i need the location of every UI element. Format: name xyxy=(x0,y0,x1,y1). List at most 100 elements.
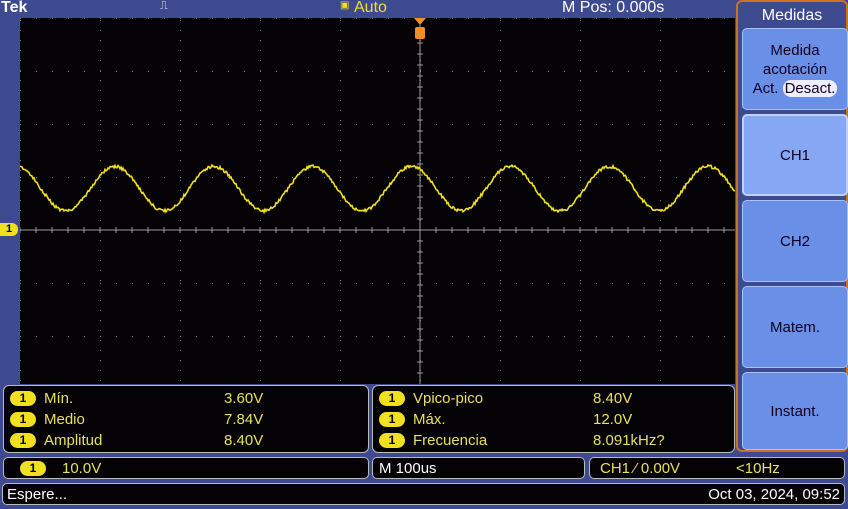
grid-dot xyxy=(212,283,213,284)
grid-dot xyxy=(244,283,245,284)
grid-dot xyxy=(564,71,565,72)
grid-dot xyxy=(180,320,181,321)
grid-dot xyxy=(500,330,501,331)
grid-dot xyxy=(100,320,101,321)
grid-dot xyxy=(500,110,501,111)
grid-dot xyxy=(452,336,453,337)
grid-dot xyxy=(660,180,661,181)
grid-dot xyxy=(20,40,21,41)
ch-badge: 1 xyxy=(379,433,405,448)
grid-dot xyxy=(180,130,181,131)
grid-dot xyxy=(52,283,53,284)
grid-dot xyxy=(340,140,341,141)
grid-dot xyxy=(580,140,581,141)
math-button[interactable]: Matem. xyxy=(742,286,848,368)
snapshot-button[interactable]: Instant. xyxy=(742,372,848,450)
grid-dot xyxy=(580,18,581,19)
grid-dot xyxy=(100,170,101,171)
grid-dot xyxy=(180,280,181,281)
grid-dot xyxy=(260,290,261,291)
grid-dot xyxy=(20,18,21,19)
grid-dot xyxy=(500,283,501,284)
grid-dot xyxy=(244,71,245,72)
grid-dot xyxy=(196,18,197,19)
grid-dot xyxy=(660,250,661,251)
grid-dot xyxy=(436,177,437,178)
ch1-button[interactable]: CH1 xyxy=(742,114,848,196)
grid-dot xyxy=(212,71,213,72)
grid-dot xyxy=(580,210,581,211)
grid-dot xyxy=(724,124,725,125)
grid-dot xyxy=(564,336,565,337)
grid-dot xyxy=(484,336,485,337)
grid-dot xyxy=(580,71,581,72)
grid-dot xyxy=(212,124,213,125)
scale: 10.0V xyxy=(62,460,101,477)
grid-dot xyxy=(580,150,581,151)
grid-dot xyxy=(500,380,501,381)
grid-dot xyxy=(660,130,661,131)
grid-dot xyxy=(580,60,581,61)
grid-dot xyxy=(340,40,341,41)
measurement-pk-pk: 1 Vpico-pico 8.40V xyxy=(373,388,734,409)
grid-dot xyxy=(132,336,133,337)
grid-dot xyxy=(20,260,21,261)
grid-dot xyxy=(68,71,69,72)
timebase-readout[interactable]: M 100us xyxy=(372,457,585,479)
grid-dot xyxy=(388,71,389,72)
grid-dot xyxy=(68,124,69,125)
grid-dot xyxy=(148,283,149,284)
grid-dot xyxy=(36,177,37,178)
grid-dot xyxy=(580,80,581,81)
grid-dot xyxy=(660,330,661,331)
grid-dot xyxy=(260,310,261,311)
ch1-ground-marker[interactable]: 1 xyxy=(0,223,18,236)
label: Máx. xyxy=(413,411,593,428)
grid-dot xyxy=(660,283,661,284)
grid-dot xyxy=(260,220,261,221)
grid-dot xyxy=(100,90,101,91)
grid-dot xyxy=(260,300,261,301)
grid-dot xyxy=(340,336,341,337)
grid-dot xyxy=(580,40,581,41)
grid-dot xyxy=(580,240,581,241)
trigger-position-marker[interactable] xyxy=(414,18,426,40)
grid-dot xyxy=(52,124,53,125)
grid-dot xyxy=(644,71,645,72)
grid-dot xyxy=(20,60,21,61)
grid-dot xyxy=(100,177,101,178)
grid-dot xyxy=(500,50,501,51)
grid-dot xyxy=(180,40,181,41)
grid-dot xyxy=(388,177,389,178)
grid-dot xyxy=(100,140,101,141)
grid-dot xyxy=(180,70,181,71)
grid-dot xyxy=(404,71,405,72)
grid-dot xyxy=(260,370,261,371)
grid-dot xyxy=(468,177,469,178)
grid-dot xyxy=(660,260,661,261)
grid-dot xyxy=(660,20,661,21)
grid-dot xyxy=(436,124,437,125)
grid-dot xyxy=(580,177,581,178)
grid-dot xyxy=(452,71,453,72)
grid-dot xyxy=(660,190,661,191)
grid-dot xyxy=(468,124,469,125)
grid-dot xyxy=(260,360,261,361)
grid-dot xyxy=(340,20,341,21)
grid-dot xyxy=(340,190,341,191)
waveform-display[interactable] xyxy=(20,18,735,384)
ch2-button[interactable]: CH2 xyxy=(742,200,848,282)
grid-dot xyxy=(276,124,277,125)
grid-dot xyxy=(596,177,597,178)
grid-dot xyxy=(324,177,325,178)
trigger-readout[interactable]: CH1 ⁄ 0.00V <10Hz xyxy=(589,457,845,479)
grid-dot xyxy=(260,283,261,284)
grid-dot xyxy=(628,18,629,19)
grid-dot xyxy=(180,250,181,251)
grid-dot xyxy=(100,130,101,131)
grid-dot xyxy=(660,80,661,81)
grid-dot xyxy=(308,71,309,72)
gating-button[interactable]: Medida acotación Act. Desact. xyxy=(742,28,848,110)
ch1-scale-readout[interactable]: 1 10.0V xyxy=(3,457,369,479)
grid-dot xyxy=(180,30,181,31)
